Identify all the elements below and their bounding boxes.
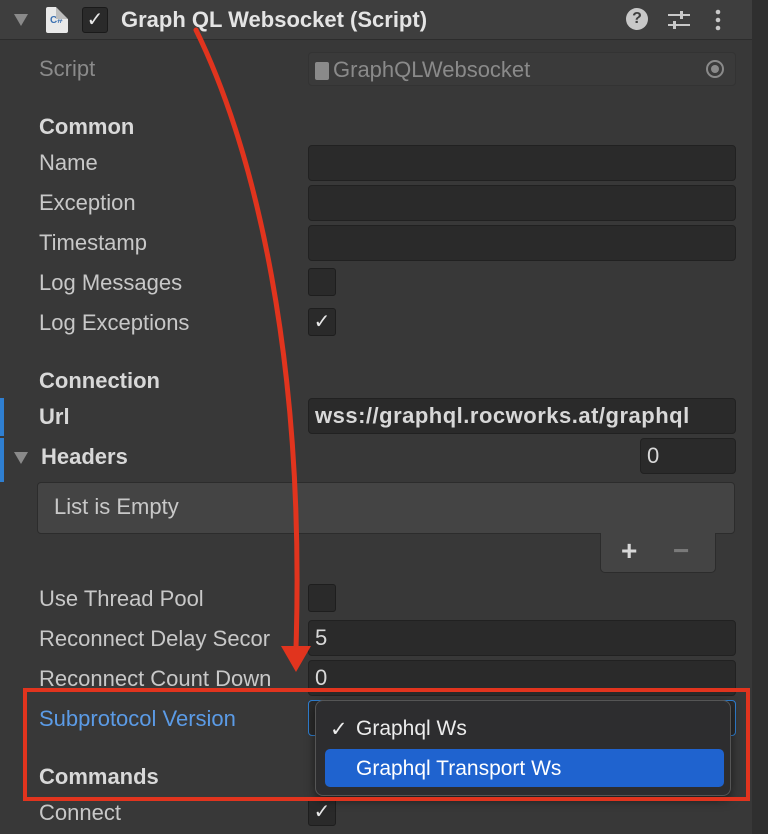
annotation-arrow-icon <box>193 27 311 672</box>
